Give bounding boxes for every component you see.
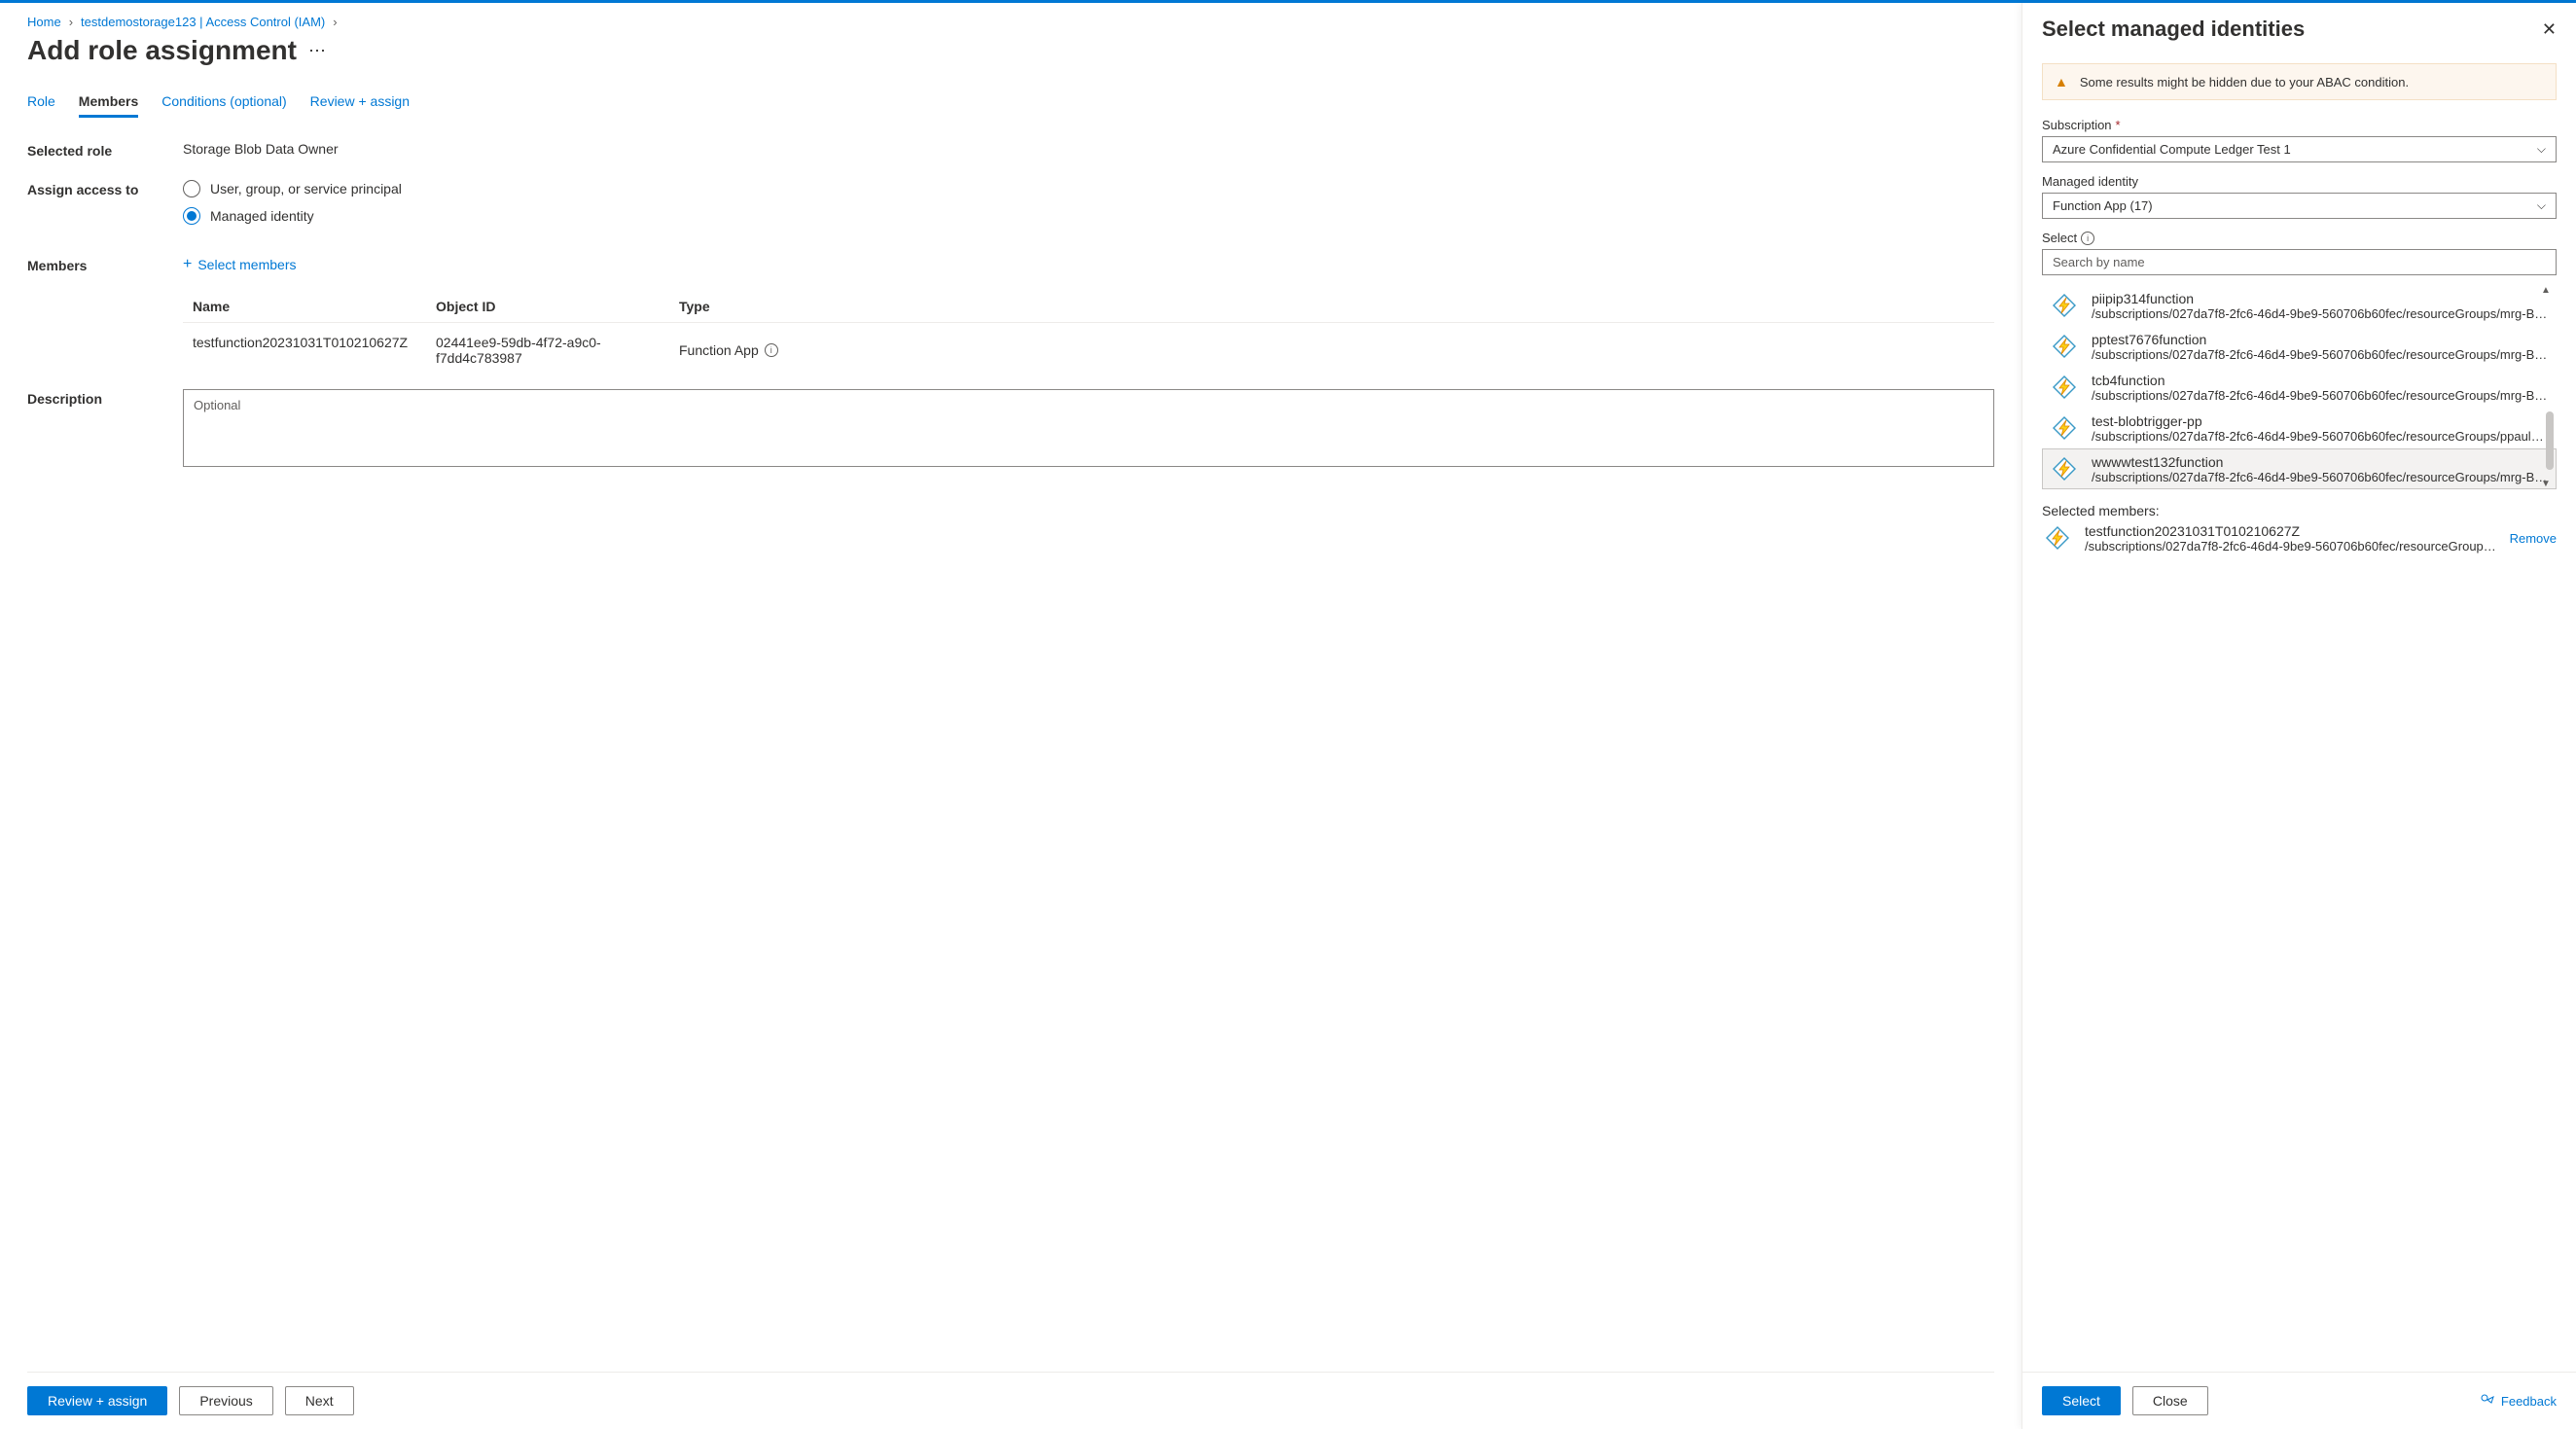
chevron-right-icon: › — [333, 15, 337, 29]
radio-icon — [183, 207, 200, 225]
col-header-name: Name — [193, 299, 436, 314]
description-label: Description — [27, 389, 183, 407]
result-path: /subscriptions/027da7f8-2fc6-46d4-9be9-5… — [2092, 470, 2550, 484]
result-item[interactable]: piipip314function/subscriptions/027da7f8… — [2042, 285, 2557, 326]
abac-warning-banner: ▲ Some results might be hidden due to yo… — [2042, 63, 2557, 100]
result-name: pptest7676function — [2092, 332, 2550, 347]
scrollbar-thumb[interactable] — [2546, 411, 2554, 470]
function-app-icon — [2049, 412, 2080, 444]
member-name: testfunction20231031T010210627Z — [193, 335, 436, 366]
tab-conditions[interactable]: Conditions (optional) — [161, 93, 286, 118]
members-label: Members — [27, 256, 183, 273]
next-button[interactable]: Next — [285, 1386, 354, 1415]
page-title: Add role assignment — [27, 35, 297, 66]
chevron-right-icon: › — [69, 15, 73, 29]
warning-icon: ▲ — [2055, 74, 2068, 89]
tab-role[interactable]: Role — [27, 93, 55, 118]
subscription-dropdown[interactable]: Azure Confidential Compute Ledger Test 1… — [2042, 136, 2557, 162]
remove-link[interactable]: Remove — [2510, 531, 2557, 546]
radio-managed-identity[interactable]: Managed identity — [183, 207, 1994, 225]
result-item[interactable]: test-blobtrigger-pp/subscriptions/027da7… — [2042, 408, 2557, 448]
selected-members-label: Selected members: — [2042, 503, 2557, 518]
info-icon[interactable]: i — [2081, 232, 2094, 245]
info-icon[interactable]: i — [765, 343, 778, 357]
plus-icon: + — [183, 256, 192, 273]
member-object-id: 02441ee9-59db-4f72-a9c0-f7dd4c783987 — [436, 335, 679, 366]
result-path: /subscriptions/027da7f8-2fc6-46d4-9be9-5… — [2092, 347, 2550, 362]
members-table: Name Object ID Type testfunction20231031… — [183, 291, 1994, 377]
select-button[interactable]: Select — [2042, 1386, 2121, 1415]
search-input[interactable] — [2042, 249, 2557, 275]
tab-review[interactable]: Review + assign — [310, 93, 410, 118]
subscription-value: Azure Confidential Compute Ledger Test 1 — [2053, 142, 2291, 157]
close-icon[interactable]: ✕ — [2542, 19, 2557, 40]
banner-text: Some results might be hidden due to your… — [2080, 75, 2409, 89]
radio-user-label: User, group, or service principal — [210, 181, 402, 196]
breadcrumb-resource[interactable]: testdemostorage123 | Access Control (IAM… — [81, 15, 325, 29]
description-input[interactable] — [183, 389, 1994, 467]
panel-title: Select managed identities — [2042, 17, 2305, 42]
selected-member-row: testfunction20231031T010210627Z /subscri… — [2042, 522, 2557, 554]
result-name: piipip314function — [2092, 291, 2550, 306]
previous-button[interactable]: Previous — [179, 1386, 272, 1415]
feedback-icon — [2480, 1393, 2495, 1409]
managed-identity-value: Function App (17) — [2053, 198, 2153, 213]
main-footer: Review + assign Previous Next — [27, 1372, 1994, 1429]
select-label: Select i — [2042, 231, 2557, 245]
more-actions-button[interactable]: ⋯ — [308, 41, 328, 61]
select-managed-identities-panel: Select managed identities ✕ ▲ Some resul… — [2021, 3, 2576, 1429]
selected-member-path: /subscriptions/027da7f8-2fc6-46d4-9be9-5… — [2085, 539, 2498, 554]
result-path: /subscriptions/027da7f8-2fc6-46d4-9be9-5… — [2092, 429, 2550, 444]
close-button[interactable]: Close — [2132, 1386, 2208, 1415]
review-assign-button[interactable]: Review + assign — [27, 1386, 167, 1415]
result-item[interactable]: tcb4function/subscriptions/027da7f8-2fc6… — [2042, 367, 2557, 408]
radio-user-group-sp[interactable]: User, group, or service principal — [183, 180, 1994, 197]
selected-role-value: Storage Blob Data Owner — [183, 141, 1994, 157]
selected-role-label: Selected role — [27, 141, 183, 159]
result-item[interactable]: wwwwtest132function/subscriptions/027da7… — [2042, 448, 2557, 489]
scroll-down-icon[interactable]: ▼ — [2541, 479, 2555, 489]
col-header-object-id: Object ID — [436, 299, 679, 314]
result-path: /subscriptions/027da7f8-2fc6-46d4-9be9-5… — [2092, 388, 2550, 403]
col-header-type: Type — [679, 299, 1985, 314]
result-name: test-blobtrigger-pp — [2092, 413, 2550, 429]
assign-access-label: Assign access to — [27, 180, 183, 197]
scroll-up-icon[interactable]: ▲ — [2541, 285, 2555, 296]
function-app-icon — [2042, 522, 2073, 554]
tabs: Role Members Conditions (optional) Revie… — [27, 93, 1994, 118]
tab-members[interactable]: Members — [79, 93, 138, 118]
chevron-down-icon: ⌵ — [2537, 198, 2546, 213]
subscription-label: Subscription* — [2042, 118, 2557, 132]
result-item[interactable]: pptest7676function/subscriptions/027da7f… — [2042, 326, 2557, 367]
managed-identity-label: Managed identity — [2042, 174, 2557, 189]
radio-mi-label: Managed identity — [210, 208, 314, 224]
chevron-down-icon: ⌵ — [2537, 142, 2546, 157]
function-app-icon — [2049, 453, 2080, 484]
result-name: tcb4function — [2092, 373, 2550, 388]
results-list[interactable]: ▲ ▼ piipip314function/subscriptions/027d… — [2042, 285, 2557, 489]
breadcrumb-home[interactable]: Home — [27, 15, 61, 29]
result-name: wwwwtest132function — [2092, 454, 2550, 470]
result-path: /subscriptions/027da7f8-2fc6-46d4-9be9-5… — [2092, 306, 2550, 321]
selected-member-name: testfunction20231031T010210627Z — [2085, 523, 2498, 539]
member-type: Function App — [679, 342, 759, 358]
select-members-link[interactable]: + Select members — [183, 256, 297, 273]
breadcrumb: Home › testdemostorage123 | Access Contr… — [27, 15, 1994, 29]
function-app-icon — [2049, 372, 2080, 403]
table-row: testfunction20231031T010210627Z 02441ee9… — [183, 323, 1994, 377]
feedback-link[interactable]: Feedback — [2480, 1393, 2557, 1409]
function-app-icon — [2049, 331, 2080, 362]
panel-footer: Select Close Feedback — [2022, 1372, 2576, 1429]
function-app-icon — [2049, 290, 2080, 321]
managed-identity-dropdown[interactable]: Function App (17) ⌵ — [2042, 193, 2557, 219]
radio-icon — [183, 180, 200, 197]
